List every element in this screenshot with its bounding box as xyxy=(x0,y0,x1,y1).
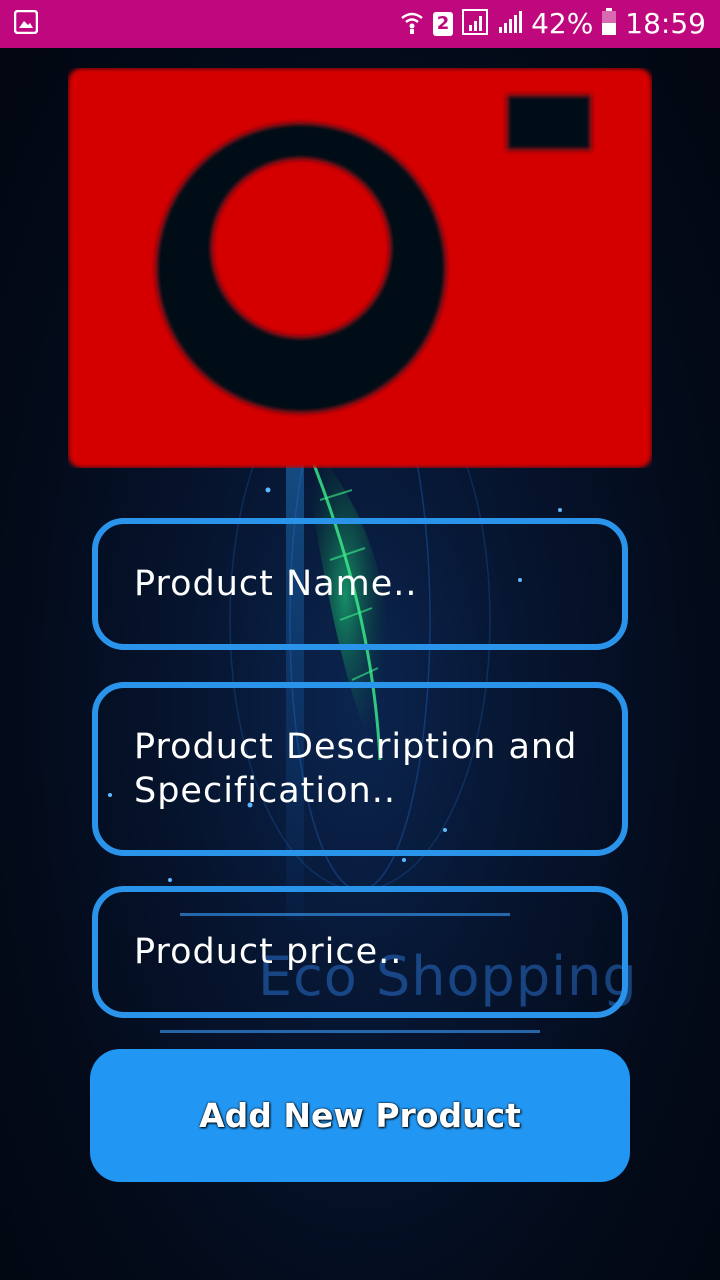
battery-icon xyxy=(601,8,617,40)
product-price-input[interactable]: Product price.. xyxy=(92,886,628,1018)
screen: 2 42% 18:59 Eco Shopping Product Name.. … xyxy=(0,0,720,1280)
clock: 18:59 xyxy=(625,7,706,40)
status-left xyxy=(13,9,399,38)
wifi-icon xyxy=(399,9,425,39)
product-image-picker[interactable] xyxy=(68,68,652,468)
camera-icon xyxy=(68,68,652,468)
add-new-product-button[interactable]: Add New Product xyxy=(90,1049,630,1182)
status-bar: 2 42% 18:59 xyxy=(0,0,720,48)
battery-percent: 42% xyxy=(531,7,594,40)
product-description-input[interactable]: Product Description and Specification.. xyxy=(92,682,628,856)
status-right: 2 42% 18:59 xyxy=(399,0,706,48)
cell-signal-icon xyxy=(497,9,523,39)
product-name-input[interactable]: Product Name.. xyxy=(92,518,628,650)
signal-box-icon xyxy=(461,8,489,40)
gallery-notification-icon xyxy=(13,9,39,38)
sim-slot-badge: 2 xyxy=(433,12,454,36)
